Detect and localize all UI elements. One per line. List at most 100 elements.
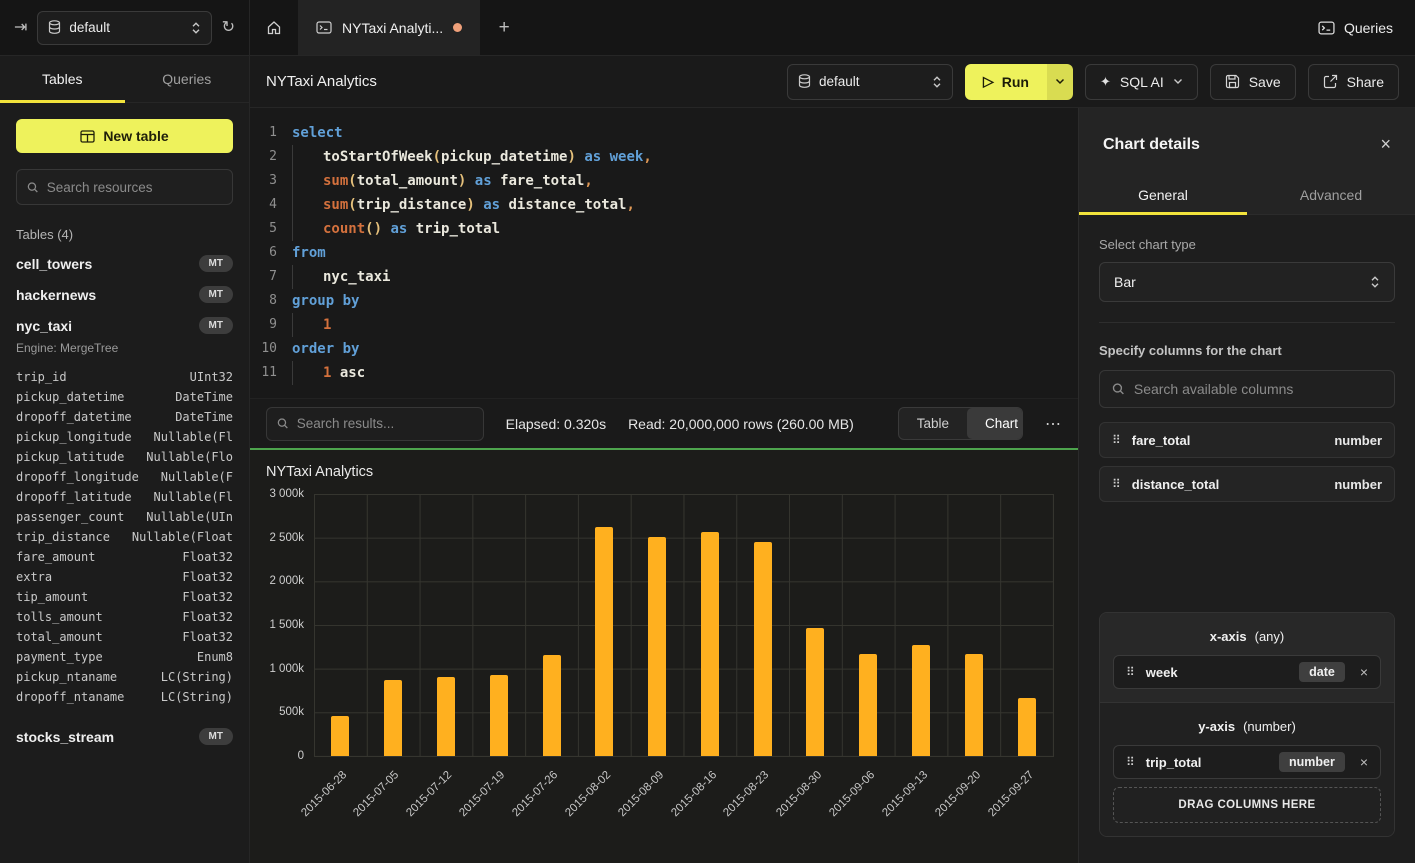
run-options-button[interactable] xyxy=(1047,64,1073,100)
bar[interactable] xyxy=(912,645,930,756)
toggle-chart[interactable]: Chart xyxy=(967,408,1023,439)
column-chip-trip_total[interactable]: ⠿trip_totalnumber× xyxy=(1113,745,1381,779)
toggle-table[interactable]: Table xyxy=(899,408,967,439)
code-text: nyc_taxi xyxy=(292,265,390,289)
query-database-selector[interactable]: default xyxy=(787,64,953,100)
column-row[interactable]: pickup_datetimeDateTime xyxy=(0,387,249,407)
column-chip-fare_total[interactable]: ⠿fare_totalnumber xyxy=(1099,422,1395,458)
column-row[interactable]: pickup_latitudeNullable(Flo xyxy=(0,447,249,467)
x-axis-labels: 2015-06-282015-07-052015-07-122015-07-19… xyxy=(314,757,1054,861)
sql-ai-button[interactable]: ✦ SQL AI xyxy=(1085,64,1198,100)
database-selector[interactable]: default xyxy=(37,11,211,45)
y-axis-tick: 1 000k xyxy=(269,663,304,675)
home-button[interactable] xyxy=(250,0,298,55)
drag-handle-icon[interactable]: ⠿ xyxy=(1112,433,1121,447)
bar[interactable] xyxy=(595,527,613,756)
y-axis-label: y-axis xyxy=(1198,719,1235,734)
results-search-input[interactable] xyxy=(297,416,473,431)
column-row[interactable]: tip_amountFloat32 xyxy=(0,587,249,607)
tab-tables[interactable]: Tables xyxy=(0,56,125,102)
remove-icon[interactable]: × xyxy=(1360,754,1368,770)
column-row[interactable]: dropoff_ntanameLC(String) xyxy=(0,687,249,707)
remove-icon[interactable]: × xyxy=(1360,664,1368,680)
tab-queries[interactable]: Queries xyxy=(125,56,250,102)
column-row[interactable]: dropoff_datetimeDateTime xyxy=(0,407,249,427)
column-row[interactable]: total_amountFloat32 xyxy=(0,627,249,647)
refresh-icon[interactable]: ↻ xyxy=(222,20,235,36)
drag-handle-icon[interactable]: ⠿ xyxy=(1112,477,1121,491)
tab-title: NYTaxi Analyti... xyxy=(342,20,443,36)
view-toggle: Table Chart xyxy=(898,407,1023,440)
chart-type-select[interactable]: Bar xyxy=(1099,262,1395,302)
column-row[interactable]: dropoff_latitudeNullable(Fl xyxy=(0,487,249,507)
bar[interactable] xyxy=(384,680,402,756)
line-number: 6 xyxy=(250,241,292,265)
tab-advanced[interactable]: Advanced xyxy=(1247,175,1415,214)
share-button[interactable]: Share xyxy=(1308,64,1399,100)
column-row[interactable]: tolls_amountFloat32 xyxy=(0,607,249,627)
table-name: hackernews xyxy=(16,287,96,303)
column-row[interactable]: payment_typeEnum8 xyxy=(0,647,249,667)
code-token xyxy=(407,217,415,241)
line-number: 11 xyxy=(250,361,292,385)
tab-general[interactable]: General xyxy=(1079,175,1247,214)
column-row[interactable]: extraFloat32 xyxy=(0,567,249,587)
close-icon[interactable]: × xyxy=(1380,134,1391,155)
unsaved-dot xyxy=(453,23,462,32)
resource-search[interactable] xyxy=(16,169,233,205)
resource-search-input[interactable] xyxy=(47,180,222,195)
bar[interactable] xyxy=(806,628,824,756)
code-token xyxy=(601,145,609,169)
column-row[interactable]: passenger_countNullable(UIn xyxy=(0,507,249,527)
column-row[interactable]: pickup_longitudeNullable(Fl xyxy=(0,427,249,447)
y-axis-tick: 500k xyxy=(279,706,304,718)
column-row[interactable]: pickup_ntanameLC(String) xyxy=(0,667,249,687)
bar[interactable] xyxy=(331,716,349,756)
bar[interactable] xyxy=(1018,698,1036,756)
column-chip-distance_total[interactable]: ⠿distance_totalnumber xyxy=(1099,466,1395,502)
bar-cell xyxy=(842,494,895,756)
topbar-right[interactable]: Queries xyxy=(1318,0,1415,55)
column-row[interactable]: trip_distanceNullable(Float xyxy=(0,527,249,547)
engine-badge: MT xyxy=(199,286,233,303)
table-row-stocks-stream[interactable]: stocks_stream MT xyxy=(0,721,249,752)
code-text: sum(trip_distance) as distance_total, xyxy=(292,193,635,217)
editor-line: 3sum(total_amount) as fare_total, xyxy=(250,169,1078,193)
sql-editor[interactable]: 1select2toStartOfWeek(pickup_datetime) a… xyxy=(250,108,1078,398)
column-row[interactable]: fare_amountFloat32 xyxy=(0,547,249,567)
drop-zone[interactable]: DRAG COLUMNS HERE xyxy=(1113,787,1381,823)
code-token: ) xyxy=(458,169,466,193)
bar-cell xyxy=(472,494,525,756)
bar[interactable] xyxy=(965,654,983,756)
sidebar-tabs: Tables Queries xyxy=(0,56,249,103)
bar[interactable] xyxy=(437,677,455,756)
table-row-nyc-taxi[interactable]: nyc_taxi MT xyxy=(0,310,249,341)
new-tab-button[interactable]: + xyxy=(480,0,528,55)
code-token: ( xyxy=(348,169,356,193)
bar[interactable] xyxy=(754,542,772,756)
table-row-cell-towers[interactable]: cell_towers MT xyxy=(0,248,249,279)
x-axis-chips: ⠿weekdate× xyxy=(1113,655,1381,689)
bar[interactable] xyxy=(543,655,561,756)
more-options-icon[interactable]: ⋯ xyxy=(1045,414,1062,434)
main-layout: Tables Queries New table Tables (4) cell… xyxy=(0,56,1415,863)
run-button[interactable]: ▷ Run xyxy=(965,64,1047,100)
bar[interactable] xyxy=(701,532,719,756)
columns-search-input[interactable] xyxy=(1134,381,1382,397)
bar[interactable] xyxy=(648,537,666,756)
save-button[interactable]: Save xyxy=(1210,64,1296,100)
drag-handle-icon[interactable]: ⠿ xyxy=(1126,665,1135,679)
column-row[interactable]: dropoff_longitudeNullable(F xyxy=(0,467,249,487)
bar[interactable] xyxy=(859,654,877,756)
column-row[interactable]: trip_idUInt32 xyxy=(0,367,249,387)
drag-handle-icon[interactable]: ⠿ xyxy=(1126,755,1135,769)
column-chip-week[interactable]: ⠿weekdate× xyxy=(1113,655,1381,689)
results-search[interactable] xyxy=(266,407,484,441)
bar[interactable] xyxy=(490,675,508,756)
new-table-button[interactable]: New table xyxy=(16,119,233,153)
collapse-sidebar-icon[interactable]: ⇥ xyxy=(14,20,27,36)
tab-nytaxi-analytics[interactable]: NYTaxi Analyti... xyxy=(298,0,480,55)
columns-search[interactable] xyxy=(1099,370,1395,408)
table-row-hackernews[interactable]: hackernews MT xyxy=(0,279,249,310)
column-type: Float32 xyxy=(182,547,233,567)
